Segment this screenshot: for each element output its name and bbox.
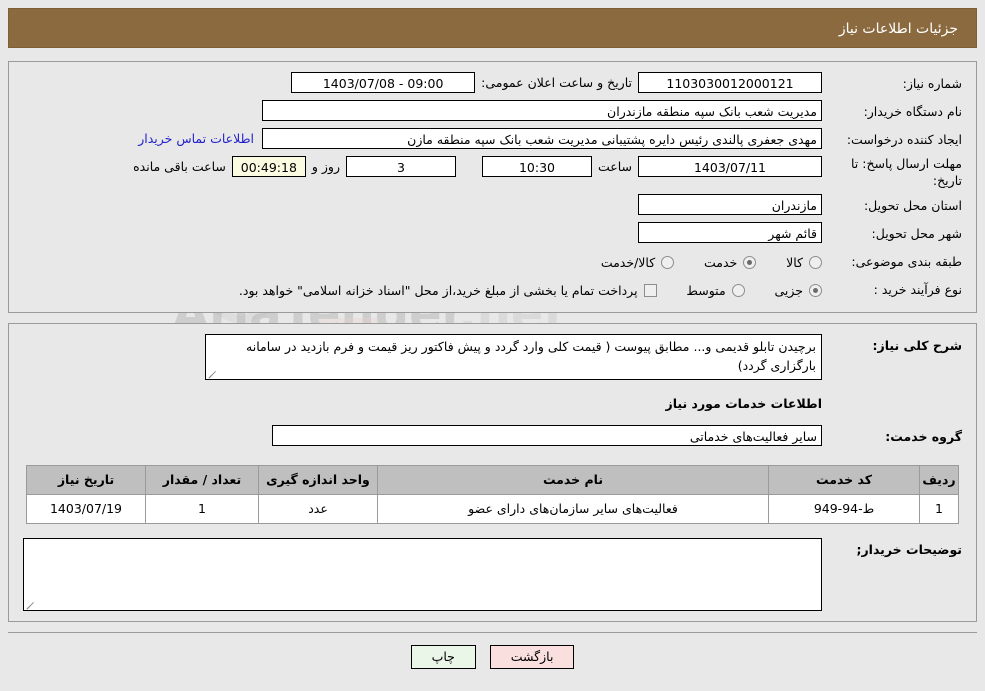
footer-actions: بازگشت چاپ — [8, 631, 977, 669]
city-value: قائم شهر — [638, 221, 822, 243]
services-section-title: اطلاعات خدمات مورد نیاز — [665, 395, 823, 411]
checkbox-icon-treasury[interactable] — [643, 284, 657, 298]
cell-code: ط-94-949 — [768, 493, 920, 524]
buyer-contact-link[interactable]: اطلاعات تماس خریدار — [130, 128, 262, 149]
col-radif: ردیف — [919, 464, 959, 495]
row-creator: ایجاد کننده درخواست: مهدی جعفری پالندی ر… — [23, 128, 962, 152]
need-number-value: 1103030012000121 — [638, 72, 822, 93]
category-option-goods[interactable]: کالا — [786, 253, 822, 273]
category-option-service-label: خدمت — [704, 254, 738, 270]
process-option-minor[interactable]: جزیی — [774, 281, 822, 301]
province-value: مازندران — [638, 193, 822, 215]
radio-icon-minor[interactable] — [809, 284, 822, 298]
category-option-goods-service[interactable]: کالا/خدمت — [600, 253, 675, 273]
radio-icon-goods[interactable] — [809, 256, 822, 270]
col-unit: واحد اندازه گیری — [258, 464, 378, 495]
page-container: جزئیات اطلاعات نیاز شماره نیاز: 11030300… — [0, 0, 985, 669]
announce-value: 09:00 - 1403/07/08 — [291, 72, 476, 93]
service-group-label: گروه خدمت: — [885, 428, 962, 444]
category-option-service[interactable]: خدمت — [704, 253, 757, 273]
creator-label: ایجاد کننده درخواست: — [846, 132, 962, 147]
row-city: شهر محل تحویل: قائم شهر — [23, 221, 962, 246]
radio-icon-service[interactable] — [743, 256, 757, 270]
need-info-panel: شماره نیاز: 1103030012000121 تاریخ و ساع… — [8, 61, 977, 313]
cell-qty: 1 — [145, 493, 259, 524]
print-button[interactable]: چاپ — [410, 644, 476, 669]
countdown-value: 00:49:18 — [231, 156, 306, 177]
deadline-label: مهلت ارسال پاسخ: تا تاریخ: — [851, 156, 962, 188]
resize-grip-icon[interactable] — [208, 368, 218, 378]
table-header-row: ردیف کد خدمت نام خدمت واحد اندازه گیری ت… — [26, 464, 959, 495]
row-province: استان محل تحویل: مازندران — [23, 193, 962, 218]
treasury-note-text: پرداخت تمام یا بخشی از مبلغ خرید،از محل … — [238, 282, 638, 298]
remaining-days-label: روز و — [311, 159, 340, 174]
description-value: برچیدن تابلو قدیمی و... مطابق پیوست ( قی… — [246, 338, 816, 373]
col-code: کد خدمت — [768, 464, 920, 495]
category-option-goods-label: کالا — [786, 254, 803, 270]
back-button[interactable]: بازگشت — [489, 644, 575, 669]
radio-icon-medium[interactable] — [731, 284, 745, 298]
row-organization: نام دستگاه خریدار: مدیریت شعب بانک سپه م… — [23, 100, 962, 124]
col-qty: تعداد / مقدار — [145, 464, 259, 495]
deadline-time-label: ساعت — [597, 159, 632, 174]
row-service-group: گروه خدمت: سایر فعالیت‌های خدماتی — [23, 424, 962, 449]
city-label: شهر محل تحویل: — [871, 225, 962, 241]
description-services-panel: شرح کلی نیاز: برچیدن تابلو قدیمی و... مط… — [8, 322, 977, 622]
col-name: نام خدمت — [377, 464, 769, 495]
category-label: طبقه بندی موضوعی: — [851, 253, 962, 269]
countdown-label: ساعت باقی مانده — [133, 159, 226, 174]
cell-name: فعالیت‌های سایر سازمان‌های دارای عضو — [377, 493, 769, 524]
process-options: جزیی متوسط پرداخت تمام یا بخشی از مبلغ خ… — [213, 278, 822, 301]
buyer-notes-textarea[interactable] — [23, 537, 822, 611]
category-options: کالا خدمت کالا/خدمت — [575, 250, 822, 273]
announce-label: تاریخ و ساعت اعلان عمومی: — [481, 75, 632, 90]
process-label: نوع فرآیند خرید : — [873, 281, 962, 297]
page-title: جزئیات اطلاعات نیاز — [8, 8, 977, 48]
process-option-medium[interactable]: متوسط — [686, 281, 745, 301]
deadline-date-value: 1403/07/11 — [638, 156, 822, 177]
row-deadline: مهلت ارسال پاسخ: تا تاریخ: 1403/07/11 سا… — [23, 156, 962, 190]
cell-radif: 1 — [919, 493, 959, 524]
organization-value: مدیریت شعب بانک سپه منطقه مازندران — [262, 100, 822, 121]
table-row: 1 ط-94-949 فعالیت‌های سایر سازمان‌های دا… — [26, 493, 959, 524]
deadline-time-value: 10:30 — [481, 156, 592, 177]
province-label: استان محل تحویل: — [863, 197, 962, 213]
cell-unit: عدد — [258, 493, 378, 524]
process-option-minor-label: جزیی — [774, 282, 803, 298]
need-number-label: شماره نیاز: — [902, 76, 962, 91]
description-textarea[interactable]: برچیدن تابلو قدیمی و... مطابق پیوست ( قی… — [205, 333, 822, 380]
row-category: طبقه بندی موضوعی: کالا خدمت کالا/خدمت — [23, 250, 962, 274]
buyer-notes-label: توضیحات خریدار; — [856, 541, 962, 557]
creator-value: مهدی جعفری پالندی رئیس دایره پشتیبانی مد… — [262, 128, 822, 149]
row-description: شرح کلی نیاز: برچیدن تابلو قدیمی و... مط… — [23, 333, 962, 380]
row-process-type: نوع فرآیند خرید : جزیی متوسط پرداخت تمام… — [23, 278, 962, 302]
process-option-medium-label: متوسط — [686, 282, 726, 298]
service-group-value: سایر فعالیت‌های خدماتی — [272, 424, 822, 446]
services-table: ردیف کد خدمت نام خدمت واحد اندازه گیری ت… — [26, 464, 959, 524]
col-date: تاریخ نیاز — [26, 464, 146, 495]
row-buyer-notes: توضیحات خریدار; — [23, 537, 962, 611]
category-option-goods-service-label: کالا/خدمت — [600, 254, 656, 270]
row-need-number: شماره نیاز: 1103030012000121 تاریخ و ساع… — [23, 72, 962, 96]
organization-label: نام دستگاه خریدار: — [863, 104, 962, 119]
remaining-days-value: 3 — [345, 156, 456, 177]
resize-grip-icon[interactable] — [26, 599, 36, 609]
radio-icon-goods-service[interactable] — [661, 256, 675, 270]
description-label: شرح کلی نیاز: — [872, 337, 962, 353]
treasury-bond-option[interactable]: پرداخت تمام یا بخشی از مبلغ خرید،از محل … — [239, 281, 657, 301]
cell-date: 1403/07/19 — [26, 493, 146, 524]
